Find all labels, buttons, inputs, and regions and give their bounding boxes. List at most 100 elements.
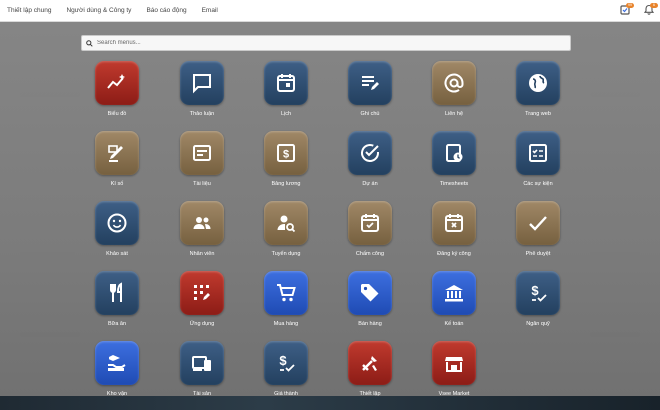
app-tile[interactable]: $ xyxy=(264,131,308,175)
app-checkmark[interactable]: Phê duyệt xyxy=(503,201,573,267)
app-label: Bữa ăn xyxy=(107,321,127,327)
timesheet-icon xyxy=(446,144,463,162)
app-tile[interactable] xyxy=(348,131,392,175)
tools-icon xyxy=(362,356,377,371)
app-tile[interactable] xyxy=(95,61,139,105)
app-cutlery[interactable]: Bữa ăn xyxy=(82,271,152,337)
app-tile[interactable] xyxy=(348,61,392,105)
svg-text:$: $ xyxy=(279,353,287,368)
app-apps-grid[interactable]: Ứng dụng xyxy=(167,271,237,337)
globe-icon xyxy=(529,74,547,92)
apps-grid-icon xyxy=(194,285,210,300)
person-search-icon xyxy=(277,215,296,233)
app-tile[interactable] xyxy=(95,271,139,315)
app-label: Khảo sát xyxy=(106,251,128,257)
app-label: Các sự kiện xyxy=(523,181,553,187)
app-person-search[interactable]: Tuyển dụng xyxy=(251,201,321,267)
app-tile[interactable] xyxy=(95,341,139,385)
note-edit-icon xyxy=(362,76,379,90)
event-list-icon xyxy=(529,144,547,162)
payslip-icon: $ xyxy=(277,144,295,162)
people-icon xyxy=(193,217,211,229)
app-tile[interactable] xyxy=(432,61,476,105)
smiley-icon xyxy=(107,213,127,233)
app-tile[interactable] xyxy=(432,341,476,385)
app-tile[interactable] xyxy=(432,271,476,315)
app-tile[interactable] xyxy=(264,271,308,315)
app-dollar-check[interactable]: $ Ngân quỹ xyxy=(503,271,573,337)
app-at-sign[interactable]: Liên hệ xyxy=(419,61,489,127)
app-check-circle[interactable]: Dự án xyxy=(335,131,405,197)
app-event-list[interactable]: Các sự kiện xyxy=(503,131,573,197)
app-label: Ghi chú xyxy=(360,111,380,117)
calendar-icon xyxy=(277,74,295,92)
svg-text:$: $ xyxy=(283,149,289,161)
at-sign-icon xyxy=(444,73,464,93)
app-tile[interactable] xyxy=(95,131,139,175)
app-tile[interactable] xyxy=(432,131,476,175)
document-icon xyxy=(193,145,211,161)
app-sign-pen[interactable]: Kí số xyxy=(82,131,152,197)
app-tile[interactable] xyxy=(348,271,392,315)
app-cart[interactable]: Mua hàng xyxy=(251,271,321,337)
app-bank[interactable]: Kế toán xyxy=(419,271,489,337)
app-label: Chấm công xyxy=(355,251,385,257)
app-calendar-cross[interactable]: Đăng ký công xyxy=(419,201,489,267)
app-tile[interactable] xyxy=(348,341,392,385)
app-tile[interactable] xyxy=(95,201,139,245)
app-label: Lịch xyxy=(280,111,292,117)
app-calendar[interactable]: Lịch xyxy=(251,61,321,127)
app-label: Tuyển dụng xyxy=(271,251,301,257)
app-label: Nhân viên xyxy=(189,251,215,257)
app-tile[interactable] xyxy=(180,201,224,245)
app-timesheet[interactable]: Timesheets xyxy=(419,131,489,197)
app-label: Ứng dụng xyxy=(189,321,215,327)
devices-icon xyxy=(192,356,211,371)
app-people[interactable]: Nhân viên xyxy=(167,201,237,267)
app-chat-bubble[interactable]: Thảo luận xyxy=(167,61,237,127)
app-label: Kí số xyxy=(110,181,124,187)
app-tile[interactable] xyxy=(264,201,308,245)
app-globe[interactable]: Trang web xyxy=(503,61,573,127)
app-label: Tài liệu xyxy=(193,181,211,187)
app-tile[interactable] xyxy=(180,341,224,385)
app-tile[interactable] xyxy=(180,271,224,315)
app-tile[interactable] xyxy=(264,61,308,105)
app-label: Timesheets xyxy=(439,181,469,187)
app-tile[interactable] xyxy=(180,61,224,105)
app-tile[interactable]: $ xyxy=(264,341,308,385)
app-price-tag[interactable]: Bán hàng xyxy=(335,271,405,337)
app-tile[interactable] xyxy=(432,201,476,245)
app-label: Thảo luận xyxy=(189,111,215,117)
chat-bubble-icon xyxy=(193,74,211,94)
check-circle-icon xyxy=(361,144,379,162)
chart-sparkle-icon xyxy=(107,74,125,89)
sign-pen-icon xyxy=(108,145,123,162)
app-label: Kế toán xyxy=(444,321,464,327)
price-tag-icon xyxy=(361,284,379,302)
dollar-check-icon: $ xyxy=(279,353,295,372)
app-payslip[interactable]: $ Bảng lương xyxy=(251,131,321,197)
app-tile[interactable] xyxy=(516,131,560,175)
app-tile[interactable]: $ xyxy=(516,271,560,315)
app-chart-sparkle[interactable]: Biểu đồ xyxy=(82,61,152,127)
app-document[interactable]: Tài liệu xyxy=(167,131,237,197)
checkmark-icon xyxy=(529,216,547,231)
app-tile[interactable] xyxy=(180,131,224,175)
app-label: Đăng ký công xyxy=(437,251,471,257)
app-smiley[interactable]: Khảo sát xyxy=(82,201,152,267)
app-tile[interactable] xyxy=(516,61,560,105)
app-label: Phê duyệt xyxy=(525,251,551,257)
dollar-check-icon: $ xyxy=(531,283,547,302)
svg-text:$: $ xyxy=(531,283,539,298)
calendar-check-icon xyxy=(361,214,379,232)
cart-icon xyxy=(277,284,296,302)
footer-strip xyxy=(0,396,660,410)
app-note-edit[interactable]: Ghi chú xyxy=(335,61,405,127)
app-calendar-check[interactable]: Chấm công xyxy=(335,201,405,267)
calendar-cross-icon xyxy=(445,214,463,232)
app-label: Liên hệ xyxy=(444,111,464,117)
store-icon xyxy=(445,357,463,372)
app-tile[interactable] xyxy=(348,201,392,245)
app-tile[interactable] xyxy=(516,201,560,245)
